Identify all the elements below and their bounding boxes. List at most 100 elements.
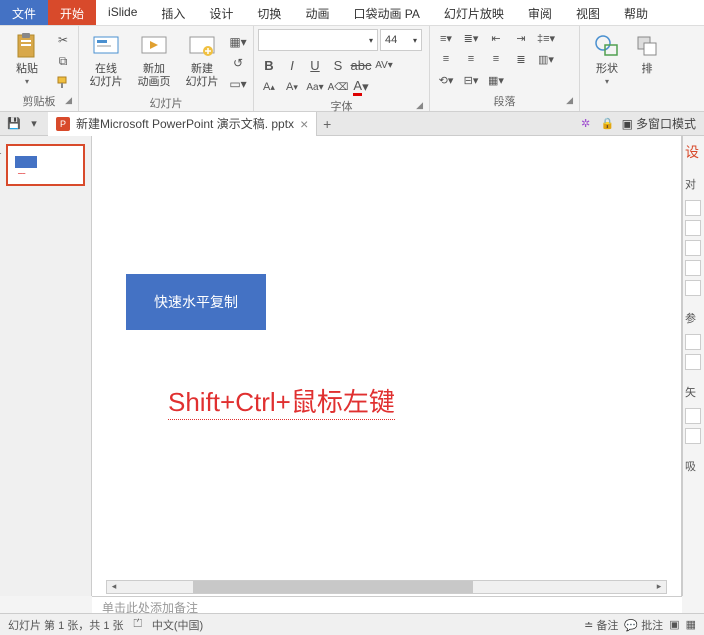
powerpoint-icon: P [56, 117, 70, 131]
slide-thumbnail[interactable]: 1 ━━━ [6, 144, 85, 186]
columns-button[interactable]: ▥▾ [534, 50, 558, 68]
layout-button[interactable]: ▦▾ [229, 33, 247, 51]
rightpane-button[interactable] [685, 280, 701, 296]
change-case-button[interactable]: Aa▾ [304, 76, 326, 98]
indent-inc-button[interactable]: ⇥ [509, 29, 533, 47]
new-slide-button[interactable]: 新建 幻灯片 [179, 29, 225, 91]
font-color-button[interactable]: A▾ [350, 76, 372, 98]
launcher-icon[interactable]: ◢ [65, 95, 72, 106]
rightpane-section: 矢 [685, 384, 702, 400]
cut-button[interactable]: ✂ [54, 31, 72, 49]
launcher-icon[interactable]: ◢ [416, 100, 423, 111]
new-tab-button[interactable]: + [317, 116, 337, 132]
new-anim-label: 新加 动画页 [138, 63, 171, 89]
close-tab-button[interactable]: × [300, 116, 308, 132]
align-text-button[interactable]: ⊟▾ [459, 71, 483, 89]
section-button[interactable]: ▭▾ [229, 75, 247, 93]
shapes-button[interactable]: 形状 ▾ [584, 29, 630, 88]
underline-button[interactable]: U [304, 54, 326, 76]
align-right-button[interactable]: ≡ [484, 50, 508, 68]
horizontal-scrollbar[interactable]: ◂ ▸ [106, 580, 667, 594]
bullets-button[interactable]: ≡▾ [434, 29, 458, 47]
format-painter-button[interactable] [54, 73, 72, 91]
tab-home[interactable]: 开始 [48, 0, 96, 25]
scroll-left-button[interactable]: ◂ [107, 581, 121, 593]
arrange-label: 排 [642, 63, 653, 76]
font-name-select[interactable]: ▾ [258, 29, 378, 51]
rightpane-button[interactable] [685, 354, 701, 370]
rightpane-section: 对 [685, 176, 702, 192]
tab-animation[interactable]: 动画 [293, 0, 341, 25]
notes-toggle[interactable]: ≐ 备注 [584, 617, 618, 633]
strike-button[interactable]: abc [350, 54, 372, 76]
spacing-button[interactable]: AV▾ [373, 54, 395, 76]
window-icon: ▣ [622, 117, 633, 131]
tab-islide[interactable]: iSlide [96, 0, 149, 25]
text-direction-button[interactable]: ⟲▾ [434, 71, 458, 89]
rightpane-button[interactable] [685, 200, 701, 216]
document-title: 新建Microsoft PowerPoint 演示文稿. pptx [76, 115, 294, 132]
font-size-select[interactable]: 44▾ [380, 29, 422, 51]
rightpane-button[interactable] [685, 220, 701, 236]
rightpane-button[interactable] [685, 260, 701, 276]
ribbon: 粘贴 ▾ ✂ ⧉ 剪贴板◢ 在线 幻灯片 新加 动画页 新建 幻灯片 [0, 26, 704, 112]
justify-button[interactable]: ≣ [509, 50, 533, 68]
rightpane-button[interactable] [685, 428, 701, 444]
new-anim-button[interactable]: 新加 动画页 [131, 29, 177, 91]
save-button[interactable]: 💾 [6, 116, 22, 132]
tab-design[interactable]: 设计 [197, 0, 245, 25]
normal-view-button[interactable]: ▣ [669, 618, 679, 631]
rightpane-button[interactable] [685, 408, 701, 424]
sorter-view-button[interactable]: ▦ [686, 618, 696, 631]
align-left-button[interactable]: ≡ [434, 50, 458, 68]
online-slides-button[interactable]: 在线 幻灯片 [83, 29, 129, 91]
indent-dec-button[interactable]: ⇤ [484, 29, 508, 47]
qat-more-button[interactable]: ▾ [26, 116, 42, 132]
bold-button[interactable]: B [258, 54, 280, 76]
paste-icon [12, 31, 42, 61]
paste-button[interactable]: 粘贴 ▾ [4, 29, 50, 88]
tab-view[interactable]: 视图 [564, 0, 612, 25]
smartart-button[interactable]: ▦▾ [484, 71, 508, 89]
slide-canvas[interactable]: 快速水平复制 Shift+Ctrl+鼠标左键 ◂ ▸ [92, 136, 682, 596]
scroll-track[interactable] [121, 581, 652, 593]
scroll-thumb[interactable] [193, 581, 473, 593]
tab-transition[interactable]: 切换 [245, 0, 293, 25]
numbering-button[interactable]: ≣▾ [459, 29, 483, 47]
rightpane-button[interactable] [685, 240, 701, 256]
copy-button[interactable]: ⧉ [54, 52, 72, 70]
thumbnail-pane[interactable]: 1 ━━━ [0, 136, 92, 596]
shrink-font-button[interactable]: A▾ [281, 76, 303, 98]
tab-file[interactable]: 文件 [0, 0, 48, 25]
italic-button[interactable]: I [281, 54, 303, 76]
rightpane-title: 设 [685, 142, 702, 162]
settings-icon[interactable]: ✲ [578, 116, 594, 132]
rightpane-button[interactable] [685, 334, 701, 350]
scroll-right-button[interactable]: ▸ [652, 581, 666, 593]
reset-button[interactable]: ↺ [229, 54, 247, 72]
group-label-clipboard: 剪贴板◢ [4, 93, 74, 111]
tab-review[interactable]: 审阅 [516, 0, 564, 25]
document-tab[interactable]: P 新建Microsoft PowerPoint 演示文稿. pptx × [48, 112, 317, 136]
clear-format-button[interactable]: A⌫ [327, 76, 349, 98]
comments-toggle[interactable]: 💬 批注 [624, 617, 663, 633]
launcher-icon[interactable]: ◢ [566, 95, 573, 106]
tab-slideshow[interactable]: 幻灯片放映 [432, 0, 516, 25]
spellcheck-icon[interactable]: ⏍ [134, 618, 142, 631]
multiwindow-button[interactable]: ▣ 多窗口模式 [622, 115, 696, 132]
shadow-button[interactable]: S [327, 54, 349, 76]
tab-insert[interactable]: 插入 [149, 0, 197, 25]
lock-icon[interactable]: 🔒 [600, 116, 616, 132]
tip-text[interactable]: Shift+Ctrl+鼠标左键 [168, 382, 395, 420]
slide[interactable]: 快速水平复制 Shift+Ctrl+鼠标左键 [106, 142, 667, 578]
grow-font-button[interactable]: A▴ [258, 76, 280, 98]
tab-help[interactable]: 帮助 [612, 0, 660, 25]
line-spacing-button[interactable]: ‡≡▾ [534, 29, 558, 47]
tab-pocket[interactable]: 口袋动画 PA [341, 0, 431, 25]
arrange-button[interactable]: 排 [632, 29, 662, 78]
status-language[interactable]: 中文(中国) [152, 617, 203, 633]
align-center-button[interactable]: ≡ [459, 50, 483, 68]
thumbnail-number: 1 [0, 146, 2, 157]
rectangle-shape[interactable]: 快速水平复制 [126, 274, 266, 330]
group-label-slides: 幻灯片 [83, 95, 249, 111]
